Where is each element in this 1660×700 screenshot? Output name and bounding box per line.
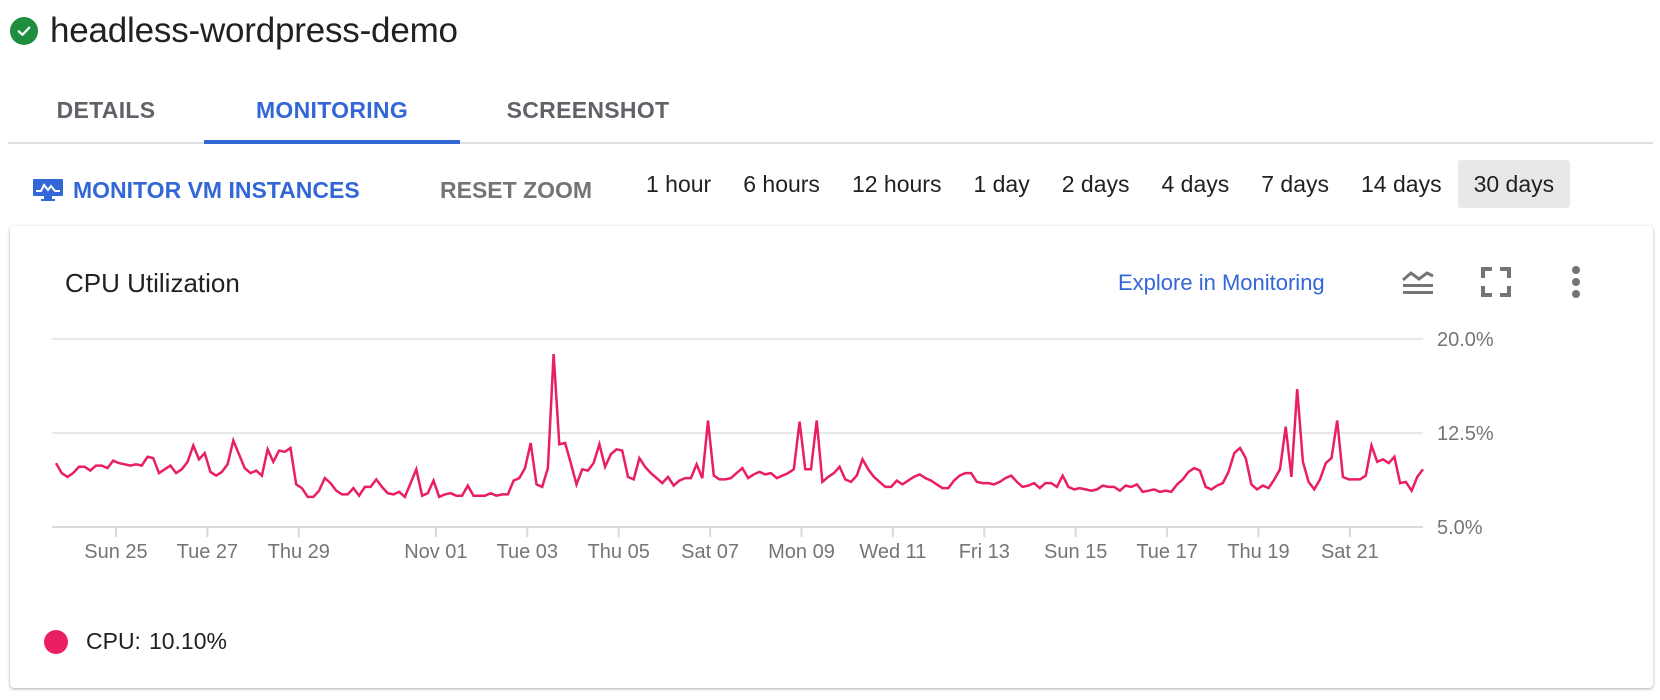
- cpu-utilization-card: CPU Utilization Explore in Monitoring 5.…: [10, 226, 1653, 688]
- monitor-vm-instances-label: MONITOR VM INSTANCES: [73, 176, 360, 203]
- x-tick-label: Thu 05: [588, 541, 650, 563]
- series-color-dot: [44, 629, 68, 654]
- x-tick-label: Sun 15: [1044, 541, 1107, 563]
- monitoring-toolbar: MONITOR VM INSTANCES RESET ZOOM 1 hour 6…: [0, 160, 1660, 216]
- instance-title: headless-wordpress-demo: [50, 11, 458, 50]
- chart-legend: CPU: 10.10%: [44, 628, 227, 655]
- monitor-vm-instances-button[interactable]: MONITOR VM INSTANCES: [32, 172, 360, 208]
- tab-screenshot[interactable]: SCREENSHOT: [460, 78, 716, 142]
- x-tick-label: Wed 11: [859, 541, 926, 563]
- legend-series-label: CPU:: [86, 628, 141, 654]
- range-4-days[interactable]: 4 days: [1145, 160, 1245, 208]
- y-tick-label: 5.0%: [1437, 517, 1483, 539]
- reset-zoom-button[interactable]: RESET ZOOM: [440, 172, 592, 208]
- x-tick-label: Fri 13: [959, 541, 1010, 563]
- instance-header: headless-wordpress-demo: [10, 8, 458, 54]
- legend-series-value: 10.10%: [148, 628, 227, 654]
- check-circle-icon: [10, 17, 38, 45]
- x-tick-label: Thu 29: [268, 541, 330, 563]
- x-tick-label: Tue 17: [1136, 541, 1198, 563]
- tab-details[interactable]: DETAILS: [8, 78, 204, 142]
- cpu-chart[interactable]: 5.0% 12.5% 20.0% Sun 25 Tue 27 Thu 29 Nov 01 Tu…: [10, 226, 1653, 688]
- series-line-cpu[interactable]: [54, 353, 1425, 499]
- x-tick-label: Tue 27: [177, 541, 239, 563]
- x-tick-label: Sat 21: [1321, 541, 1379, 563]
- tab-bar: DETAILS MONITORING SCREENSHOT: [8, 78, 1653, 144]
- range-6-hours[interactable]: 6 hours: [727, 160, 836, 208]
- x-tick-label: Tue 03: [497, 541, 559, 563]
- range-30-days[interactable]: 30 days: [1457, 160, 1571, 208]
- x-tick-label: Nov 01: [404, 541, 467, 563]
- tab-monitoring[interactable]: MONITORING: [204, 78, 460, 144]
- range-7-days[interactable]: 7 days: [1245, 160, 1345, 208]
- x-tick-label: Thu 19: [1227, 541, 1289, 563]
- time-range-selector: 1 hour 6 hours 12 hours 1 day 2 days 4 d…: [630, 160, 1571, 208]
- range-1-hour[interactable]: 1 hour: [630, 160, 727, 208]
- x-tick-label: Mon 09: [768, 541, 835, 563]
- x-tick-label: Sat 07: [681, 541, 739, 563]
- monitor-chart-icon: [33, 179, 63, 201]
- x-tick-label: Sun 25: [84, 541, 147, 563]
- y-tick-label: 20.0%: [1437, 329, 1494, 351]
- range-12-hours[interactable]: 12 hours: [836, 160, 958, 208]
- range-2-days[interactable]: 2 days: [1046, 160, 1146, 208]
- y-tick-label: 12.5%: [1437, 423, 1494, 445]
- range-1-day[interactable]: 1 day: [957, 160, 1045, 208]
- range-14-days[interactable]: 14 days: [1345, 160, 1458, 208]
